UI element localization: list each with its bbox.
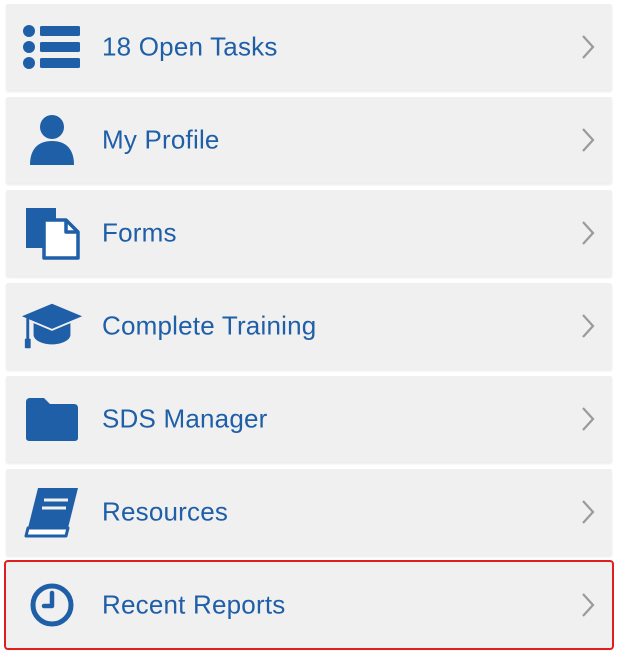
clock-icon <box>20 578 84 632</box>
folder-icon <box>20 392 84 446</box>
chevron-right-icon <box>582 593 595 617</box>
menu-item-complete-training[interactable]: Complete Training <box>6 283 612 369</box>
menu-item-label: My Profile <box>102 124 220 155</box>
menu-item-label: 18 Open Tasks <box>102 31 278 62</box>
chevron-right-icon <box>582 128 595 152</box>
menu-item-label: Forms <box>102 217 177 248</box>
menu-item-label: Resources <box>102 496 229 527</box>
menu-item-label: Recent Reports <box>102 589 286 620</box>
menu-item-recent-reports[interactable]: Recent Reports <box>4 560 614 650</box>
menu-item-my-profile[interactable]: My Profile <box>6 97 612 183</box>
chevron-right-icon <box>582 314 595 338</box>
chevron-right-icon <box>582 35 595 59</box>
menu-item-forms[interactable]: Forms <box>6 190 612 276</box>
graduation-cap-icon <box>20 299 84 353</box>
list-icon <box>20 20 84 74</box>
menu-item-label: Complete Training <box>102 310 317 341</box>
menu-item-sds-manager[interactable]: SDS Manager <box>6 376 612 462</box>
chevron-right-icon <box>582 500 595 524</box>
user-icon <box>20 113 84 167</box>
book-icon <box>20 485 84 539</box>
chevron-right-icon <box>582 407 595 431</box>
documents-icon <box>20 206 84 260</box>
menu-item-open-tasks[interactable]: 18 Open Tasks <box>6 4 612 90</box>
chevron-right-icon <box>582 221 595 245</box>
menu-item-resources[interactable]: Resources <box>6 469 612 555</box>
main-menu: 18 Open Tasks My Profile Forms Complete … <box>4 4 614 655</box>
menu-item-label: SDS Manager <box>102 403 268 434</box>
